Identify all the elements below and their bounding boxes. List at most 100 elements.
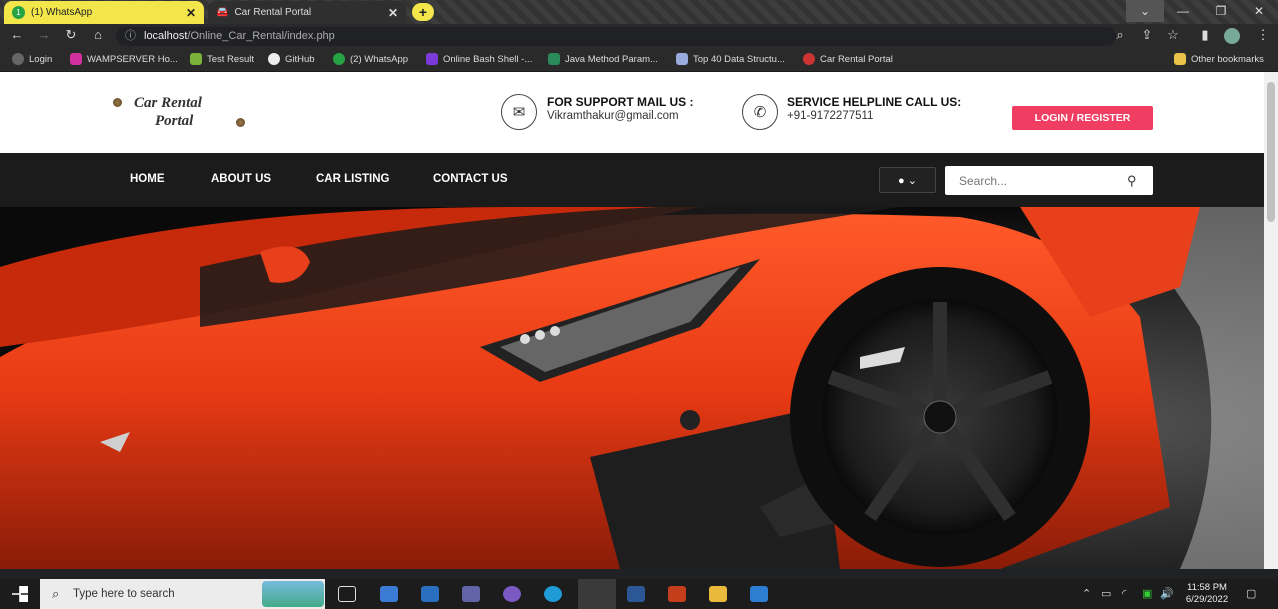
bolt-icon	[426, 53, 438, 65]
home-icon[interactable]: ⌂	[89, 27, 107, 42]
restore-icon[interactable]: ❐	[1202, 0, 1240, 22]
avatar[interactable]	[1224, 28, 1240, 44]
login-register-button[interactable]: LOGIN / REGISTER	[1012, 106, 1153, 130]
globe-icon	[12, 53, 24, 65]
close-icon[interactable]: ✕	[388, 6, 398, 20]
bookmark-label: Login	[29, 53, 53, 65]
store-icon[interactable]	[380, 586, 398, 602]
other-bookmarks[interactable]: Other bookmarks	[1174, 53, 1264, 65]
tab-label: Car Rental Portal	[234, 7, 312, 18]
github-icon	[268, 53, 280, 65]
user-circle-icon: ●	[898, 175, 905, 187]
java-icon[interactable]	[750, 586, 768, 602]
powerpoint-icon[interactable]	[668, 586, 686, 602]
back-icon[interactable]: ←	[8, 27, 26, 42]
close-icon[interactable]: ✕	[186, 6, 196, 20]
bookmark-label: GitHub	[285, 53, 315, 65]
address-bar[interactable]: ⓘ localhost/Online_Car_Rental/index.php	[116, 27, 1116, 46]
star-icon[interactable]: ☆	[1164, 27, 1182, 43]
taskbar-search[interactable]: ⌕ Type here to search	[40, 579, 325, 609]
zoom-icon[interactable]: ⌕	[1111, 27, 1129, 43]
wamp-icon	[70, 53, 82, 65]
bookmark-label: Java Method Param...	[565, 53, 658, 65]
bookmark-java-method[interactable]: Java Method Param...	[548, 53, 658, 65]
taskbar-clock[interactable]: 11:58 PM 6/29/2022	[1178, 582, 1236, 606]
menu-icon[interactable]: ⋮	[1254, 27, 1272, 43]
hero-banner-image	[0, 207, 1264, 569]
vscode-icon[interactable]	[421, 586, 439, 602]
bookmark-whatsapp[interactable]: (2) WhatsApp	[333, 53, 408, 65]
phone-icon: ✆	[742, 94, 778, 130]
search-icon: ⌕	[52, 586, 60, 601]
minimize-icon[interactable]: —	[1164, 0, 1202, 22]
volume-icon[interactable]: 🔊	[1160, 587, 1174, 600]
forward-icon[interactable]: →	[35, 27, 53, 42]
bookmark-login[interactable]: Login	[12, 53, 52, 65]
task-view-icon[interactable]	[338, 586, 356, 602]
tab-whatsapp[interactable]: 1 (1) WhatsApp ✕	[4, 1, 204, 24]
tab-search-icon[interactable]: ⌄	[1126, 0, 1164, 22]
clock-time: 11:58 PM	[1187, 582, 1227, 593]
bookmark-label: Top 40 Data Structu...	[693, 53, 785, 65]
page-scrollbar[interactable]	[1264, 72, 1278, 569]
weather-widget-icon[interactable]	[262, 581, 324, 607]
helpline-phone[interactable]: +91-9172277511	[787, 110, 873, 122]
leaf-icon	[190, 53, 202, 65]
site-logo[interactable]: Car Rental Portal	[112, 94, 252, 134]
folder-icon	[1174, 53, 1186, 65]
bookmark-label: Other bookmarks	[1191, 53, 1264, 65]
bookmark-label: Online Bash Shell -...	[443, 53, 533, 65]
tab-label: (1) WhatsApp	[31, 7, 93, 18]
support-email[interactable]: Vikramthakur@gmail.com	[547, 110, 679, 122]
chrome-icon[interactable]	[578, 579, 616, 609]
logo-line1: Car Rental	[134, 95, 202, 111]
notification-icon[interactable]: ▢	[1246, 587, 1256, 600]
bookmark-label: Test Result	[207, 53, 254, 65]
nav-about-us[interactable]: ABOUT US	[211, 173, 271, 185]
chevron-up-icon[interactable]: ⌃	[1082, 587, 1091, 600]
github-desktop-icon[interactable]	[503, 586, 521, 602]
car-icon: 🚘	[216, 7, 229, 18]
tab-car-rental-portal[interactable]: 🚘 Car Rental Portal ✕	[208, 1, 406, 24]
nav-car-listing[interactable]: CAR LISTING	[316, 173, 389, 185]
clock-date: 6/29/2022	[1185, 594, 1229, 605]
sidebar-icon[interactable]: ▮	[1196, 27, 1214, 43]
teams-icon[interactable]	[462, 586, 480, 602]
new-tab-button[interactable]: +	[412, 3, 434, 21]
bookmark-test-result[interactable]: Test Result	[190, 53, 254, 65]
logo-dot	[113, 98, 122, 107]
close-window-icon[interactable]: ✕	[1240, 0, 1278, 22]
mountain-icon	[676, 53, 688, 65]
helpline-title: SERVICE HELPLINE CALL US:	[787, 95, 962, 109]
url-path: /Online_Car_Rental/index.php	[187, 30, 335, 42]
share-icon[interactable]: ⇪	[1138, 27, 1156, 43]
edge-icon[interactable]	[544, 586, 562, 602]
bookmark-github[interactable]: GitHub	[268, 53, 315, 65]
info-icon: ⓘ	[125, 30, 136, 42]
windows-start-icon[interactable]	[12, 586, 28, 602]
car-icon	[803, 53, 815, 65]
whatsapp-icon	[333, 53, 345, 65]
w-icon	[548, 53, 560, 65]
wifi-icon[interactable]: ◜	[1122, 587, 1126, 600]
app-tray-icon[interactable]: ▣	[1142, 587, 1152, 600]
search-icon[interactable]: ⚲	[1127, 173, 1137, 189]
battery-icon[interactable]: ▭	[1101, 587, 1111, 600]
url-host: localhost	[144, 30, 188, 42]
nav-home[interactable]: HOME	[130, 173, 165, 185]
reload-icon[interactable]: ↻	[62, 27, 80, 43]
taskbar-search-placeholder: Type here to search	[73, 588, 175, 600]
bookmark-car-rental[interactable]: Car Rental Portal	[803, 53, 893, 65]
main-navbar: HOME ABOUT US CAR LISTING CONTACT US ● ⌄…	[0, 153, 1264, 207]
bookmark-data-structures[interactable]: Top 40 Data Structu...	[676, 53, 785, 65]
user-dropdown[interactable]: ● ⌄	[879, 167, 936, 193]
nav-contact-us[interactable]: CONTACT US	[433, 173, 508, 185]
bookmark-bash-shell[interactable]: Online Bash Shell -...	[426, 53, 532, 65]
scroll-thumb[interactable]	[1267, 82, 1275, 222]
logo-line2: Portal	[155, 113, 194, 129]
search-input[interactable]	[945, 166, 1153, 195]
word-icon[interactable]	[627, 586, 645, 602]
bookmark-wampserver[interactable]: WAMPSERVER Ho...	[70, 53, 178, 65]
mail-icon: ✉	[501, 94, 537, 130]
file-explorer-icon[interactable]	[709, 586, 727, 602]
